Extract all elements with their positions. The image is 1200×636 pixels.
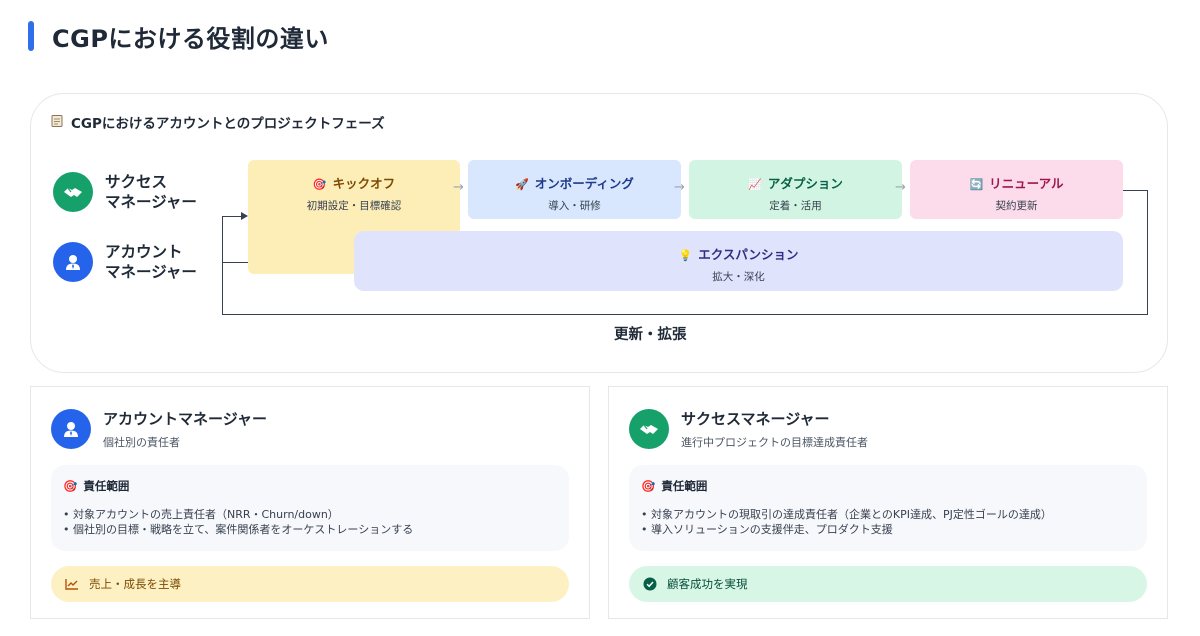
phase-onboarding-sub: 導入・研修 bbox=[548, 200, 601, 212]
phase-adoption-sub: 定着・活用 bbox=[769, 200, 822, 212]
lightbulb-icon: 💡 bbox=[678, 249, 693, 262]
phase-kickoff-title: 🎯 キックオフ bbox=[312, 176, 396, 191]
role-label-line2: マネージャー bbox=[105, 263, 197, 281]
phase-renewal-sub: 契約更新 bbox=[995, 200, 1038, 212]
rocket-icon: 🚀 bbox=[515, 178, 529, 191]
arrow-right-icon: → bbox=[453, 180, 464, 195]
card-subtitle: 進行中プロジェクトの目標達成責任者 bbox=[681, 436, 868, 449]
scope-box: 🎯 責任範囲 • 対象アカウントの売上責任者（NRR・Churn/down） • … bbox=[51, 465, 569, 551]
account-manager-card: アカウントマネージャー 個社別の責任者 🎯 責任範囲 • 対象アカウントの売上責任… bbox=[30, 386, 590, 619]
card-header: サクセスマネージャー 進行中プロジェクトの目標達成責任者 bbox=[629, 408, 868, 450]
loop-arrowhead bbox=[241, 212, 248, 220]
arrow-right-icon: → bbox=[895, 180, 906, 195]
phase-onboarding: 🚀 オンボーディング 導入・研修 bbox=[468, 160, 681, 219]
refresh-icon: 🔄 bbox=[969, 178, 984, 191]
role-success-manager: サクセス マネージャー bbox=[53, 172, 197, 212]
result-pill: 顧客成功を実現 bbox=[629, 566, 1147, 602]
card-header: アカウントマネージャー 個社別の責任者 bbox=[51, 408, 267, 450]
phase-expansion-sub: 拡大・深化 bbox=[712, 271, 765, 283]
role-label-line1: サクセス bbox=[105, 173, 168, 191]
scope-item: • 導入ソリューションの支援伴走、プロダクト支援 bbox=[641, 523, 893, 536]
scope-item: • 対象アカウントの売上責任者（NRR・Churn/down） bbox=[63, 508, 339, 521]
scope-heading: 🎯 責任範囲 bbox=[641, 479, 708, 493]
page-title: CGPにおける役割の違い bbox=[52, 24, 329, 53]
scope-heading: 🎯 責任範囲 bbox=[63, 479, 130, 493]
target-icon: 🎯 bbox=[312, 178, 327, 191]
scope-box: 🎯 責任範囲 • 対象アカウントの現取引の達成責任者（企業とのKPI達成、PJ定性… bbox=[629, 465, 1147, 551]
user-icon bbox=[53, 242, 93, 282]
phase-kickoff-sub: 初期設定・目標確認 bbox=[306, 200, 402, 212]
scope-item: • 対象アカウントの現取引の達成責任者（企業とのKPI達成、PJ定性ゴールの達成… bbox=[641, 508, 1052, 521]
handshake-icon bbox=[629, 409, 669, 449]
phase-heading-text: CGPにおけるアカウントとのプロジェクトフェーズ bbox=[71, 116, 385, 132]
phase-adoption: 📈 アダプション 定着・活用 bbox=[689, 160, 902, 219]
phase-heading: CGPにおけるアカウントとのプロジェクトフェーズ bbox=[51, 112, 385, 132]
phase-renewal-title: 🔄 リニューアル bbox=[969, 176, 1064, 191]
success-manager-card: サクセスマネージャー 進行中プロジェクトの目標達成責任者 🎯 責任範囲 • 対象ア… bbox=[608, 386, 1168, 619]
clipboard-icon bbox=[51, 114, 63, 131]
scope-list: • 対象アカウントの売上責任者（NRR・Churn/down） • 個社別の目標… bbox=[63, 507, 413, 537]
check-circle-icon bbox=[643, 577, 657, 591]
page-header: CGPにおける役割の違い bbox=[28, 18, 329, 54]
card-title: アカウントマネージャー bbox=[103, 410, 267, 428]
phase-onboarding-title: 🚀 オンボーディング bbox=[515, 176, 634, 191]
phase-expansion: 💡 エクスパンション 拡大・深化 bbox=[354, 231, 1123, 291]
loop-line-bottom bbox=[222, 314, 1148, 315]
target-icon: 🎯 bbox=[63, 479, 78, 493]
card-title: サクセスマネージャー bbox=[681, 410, 830, 428]
handshake-icon bbox=[53, 172, 93, 212]
loop-line-right bbox=[1147, 190, 1148, 315]
target-icon: 🎯 bbox=[641, 479, 656, 493]
phase-renewal: 🔄 リニューアル 契約更新 bbox=[910, 160, 1123, 219]
role-account-manager: アカウント マネージャー bbox=[53, 242, 197, 282]
loop-label: 更新・拡張 bbox=[614, 327, 687, 343]
title-accent-bar bbox=[28, 21, 34, 51]
phase-expansion-title: 💡 エクスパンション bbox=[678, 247, 799, 262]
scope-item: • 個社別の目標・戦略を立て、案件関係者をオーケストレーションする bbox=[63, 523, 414, 536]
result-text: 売上・成長を主導 bbox=[89, 577, 181, 591]
phase-adoption-title: 📈 アダプション bbox=[748, 176, 843, 191]
role-label-line1: アカウント bbox=[105, 243, 183, 261]
loop-line-left bbox=[222, 216, 223, 314]
chart-up-icon: 📈 bbox=[748, 178, 762, 191]
result-pill: 売上・成長を主導 bbox=[51, 566, 569, 602]
loop-line-top bbox=[1123, 190, 1148, 191]
card-subtitle: 個社別の責任者 bbox=[103, 436, 180, 449]
chart-line-icon bbox=[65, 578, 79, 590]
scope-list: • 対象アカウントの現取引の達成責任者（企業とのKPI達成、PJ定性ゴールの達成… bbox=[641, 507, 1052, 537]
arrow-right-icon: → bbox=[674, 180, 685, 195]
result-text: 顧客成功を実現 bbox=[667, 577, 748, 591]
role-label-line2: マネージャー bbox=[105, 193, 197, 211]
phase-flow-card: CGPにおけるアカウントとのプロジェクトフェーズ サクセス マネージャー アカウ… bbox=[30, 93, 1168, 373]
user-icon bbox=[51, 409, 91, 449]
